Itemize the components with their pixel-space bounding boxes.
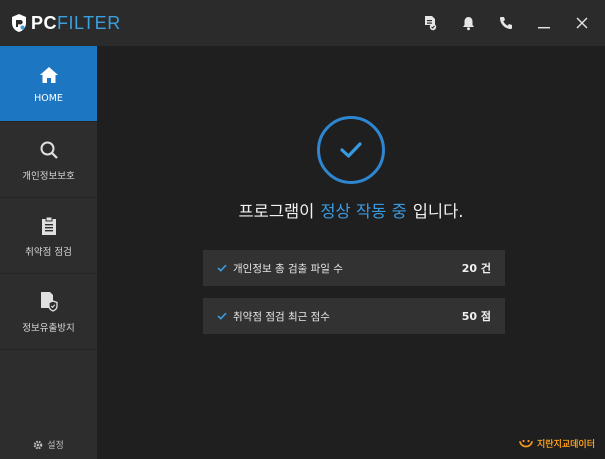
check-icon	[340, 142, 362, 158]
stat-row-vulnerability-score[interactable]: 취약점 점검 최근 점수 50 점	[203, 298, 505, 334]
report-icon[interactable]	[421, 14, 439, 32]
phone-icon[interactable]	[497, 14, 515, 32]
brand-logo: 지란지교데이터	[518, 437, 595, 450]
settings-button[interactable]: 설정	[0, 438, 97, 451]
logo-text-filter: FILTER	[57, 12, 121, 33]
stat-label: 취약점 점검 최근 점수	[233, 310, 330, 323]
gear-icon	[33, 440, 43, 449]
status-suffix: 입니다.	[412, 202, 464, 221]
check-icon	[217, 264, 227, 272]
stat-value: 50 점	[461, 310, 491, 323]
sidebar-item-privacy[interactable]: 개인정보보호	[0, 122, 97, 198]
stat-row-detected-files[interactable]: 개인정보 총 검출 파일 수 20 건	[203, 250, 505, 286]
document-shield-icon	[40, 292, 58, 312]
sidebar-item-label: 취약점 점검	[25, 246, 72, 258]
settings-label: 설정	[47, 441, 64, 451]
main-panel: 프로그램이 정상 작동 중 입니다. 개인정보 총 검출 파일 수 20 건 취약점…	[97, 46, 605, 459]
status-check-badge	[317, 116, 385, 184]
stat-value: 20 건	[461, 262, 491, 275]
minimize-icon[interactable]	[535, 14, 553, 32]
search-icon	[40, 141, 58, 159]
sidebar-item-label: 정보유출방지	[22, 322, 75, 334]
sidebar-item-label: HOME	[34, 93, 63, 104]
title-bar: PC FILTER	[0, 0, 605, 46]
sidebar-item-home[interactable]: HOME	[0, 46, 103, 122]
logo-text-pc: PC	[31, 12, 58, 33]
stat-label: 개인정보 총 검출 파일 수	[233, 262, 343, 275]
status-message: 프로그램이 정상 작동 중 입니다.	[97, 198, 605, 222]
check-icon	[217, 312, 227, 320]
bell-icon[interactable]	[459, 14, 477, 32]
home-icon	[39, 67, 58, 83]
brand-label: 지란지교데이터	[537, 440, 595, 450]
status-highlight: 정상 작동 중	[320, 202, 407, 221]
close-icon[interactable]	[573, 14, 591, 32]
status-prefix: 프로그램이	[238, 202, 315, 221]
sidebar-item-vulnerability[interactable]: 취약점 점검	[0, 198, 97, 274]
sidebar: HOME 개인정보보호 취약점 점검 정보유출방지 설정	[0, 46, 103, 459]
brand-smile-icon	[519, 439, 533, 447]
sidebar-item-label: 개인정보보호	[22, 170, 75, 182]
logo-shield-icon	[12, 14, 26, 32]
sidebar-item-leak-prevention[interactable]: 정보유출방지	[0, 274, 97, 350]
app-logo: PC FILTER	[10, 12, 121, 34]
app-window: PC FILTER HOME 개인정보보호 취약점 점검 정보유출방지 설정 프…	[0, 0, 605, 459]
clipboard-icon	[41, 216, 56, 235]
